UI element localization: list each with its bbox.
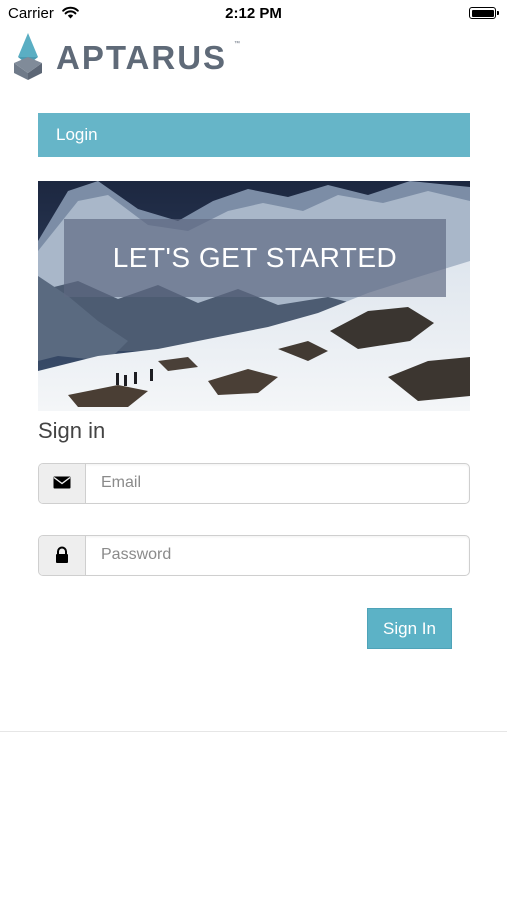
battery-fill — [471, 9, 494, 17]
logo-trademark: ™ — [234, 41, 240, 47]
logo-wordmark: APTARUS — [56, 39, 228, 76]
battery-icon — [469, 7, 499, 19]
email-field[interactable] — [38, 463, 470, 504]
hero-image: LET'S GET STARTED — [38, 181, 470, 411]
login-header-label: Login — [56, 125, 98, 144]
hero-banner: LET'S GET STARTED — [64, 219, 446, 297]
password-addon — [39, 536, 86, 575]
lock-icon — [56, 546, 68, 563]
status-bar: Carrier 2:12 PM — [0, 0, 507, 28]
login-screen: Carrier 2:12 PM APTARUS ™ Login LET'S GE… — [0, 0, 507, 900]
password-field[interactable] — [38, 535, 470, 576]
aptarus-logo-mark — [14, 33, 42, 80]
email-input[interactable] — [86, 464, 466, 502]
password-input[interactable] — [86, 536, 466, 574]
divider — [0, 731, 507, 732]
email-addon — [39, 464, 86, 503]
hero-banner-text: LET'S GET STARTED — [112, 242, 398, 273]
sign-in-title: Sign in — [38, 418, 106, 443]
status-time: 2:12 PM — [225, 5, 282, 22]
sign-in-button[interactable]: Sign In — [367, 608, 452, 649]
envelope-icon — [53, 476, 71, 489]
login-header-bar: Login — [38, 113, 470, 157]
